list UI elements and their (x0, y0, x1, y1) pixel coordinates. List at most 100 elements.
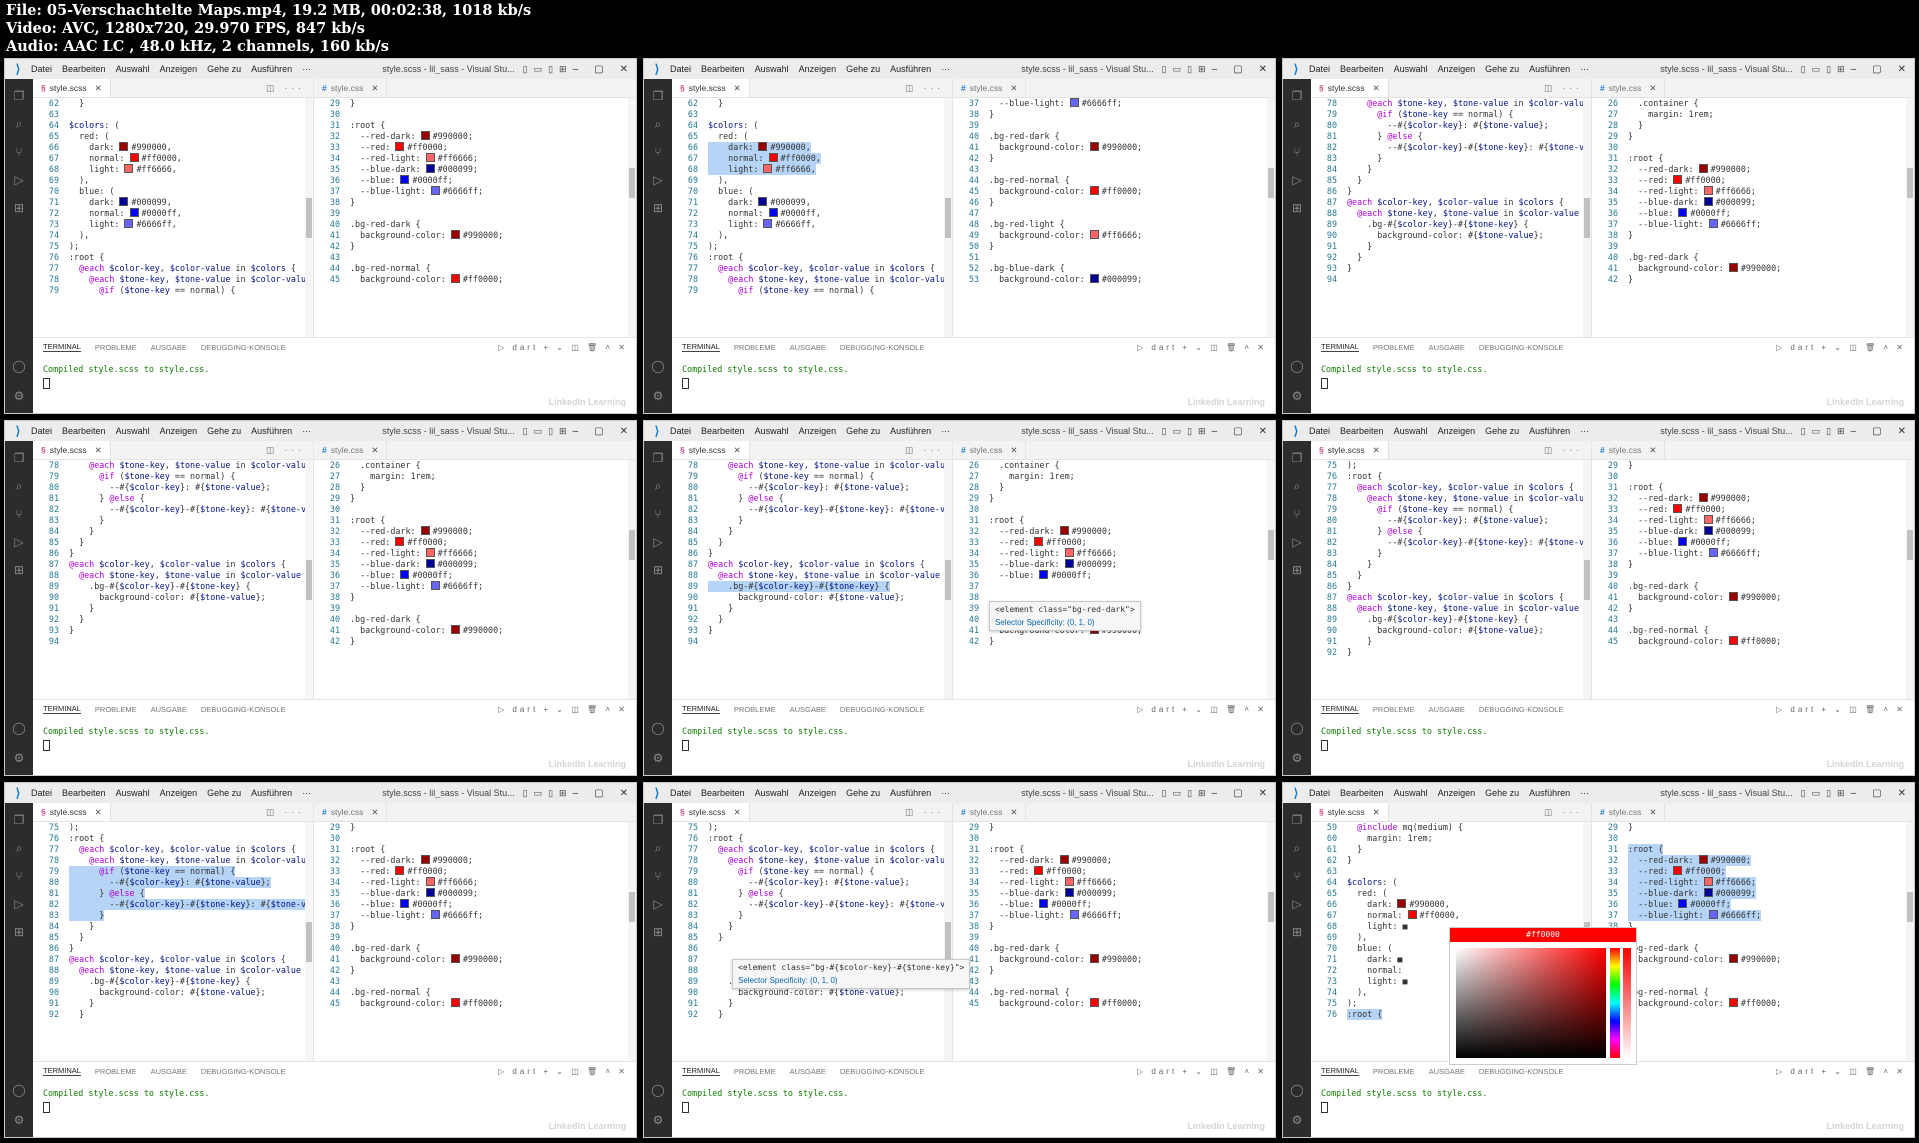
code-line[interactable]: 30 (314, 504, 628, 515)
code-line[interactable]: 88 @each $tone-key, $tone-value in $colo… (33, 570, 311, 581)
tab-style-scss[interactable]: § style.scss ✕ (1311, 441, 1389, 459)
panel-actions[interactable]: ▷ dart + ⌄ ◫ 🗑 ˄ ✕ (1137, 705, 1267, 714)
code-line[interactable]: 42} (314, 241, 628, 252)
menu-datei[interactable]: Datei (670, 64, 691, 74)
code-line[interactable]: 81 } @else { (672, 493, 944, 504)
tab-style-css[interactable]: # style.css ✕ (314, 803, 388, 821)
layout-icons[interactable]: ▯ ▭ ▯ ⊞ (1162, 788, 1206, 799)
code-line[interactable]: 39 (314, 603, 628, 614)
code-line[interactable]: 34 --red-light: #ff6666; (1592, 515, 1906, 526)
tab-style-scss[interactable]: § style.scss ✕ (1311, 803, 1389, 821)
code-line[interactable]: 35 --blue-dark: #000099; (953, 888, 1267, 899)
scrollbar-thumb[interactable] (1268, 892, 1274, 922)
opacity-slider[interactable] (1623, 948, 1631, 1058)
code-line[interactable]: 49 background-color: #ff6666; (953, 230, 1267, 241)
layout-icons[interactable]: ▯ ▭ ▯ ⊞ (523, 788, 567, 799)
code-line[interactable]: 84 } (1311, 164, 1583, 175)
menu-ausfuehren[interactable]: Ausführen (251, 426, 292, 436)
close-tab-icon[interactable]: ✕ (95, 807, 102, 818)
code-line[interactable]: 45 background-color: #ff0000; (1592, 636, 1906, 647)
menu-datei[interactable]: Datei (670, 788, 691, 798)
menu-ausfuehren[interactable]: Ausführen (1529, 64, 1570, 74)
code-line[interactable]: 37 --blue-light: #6666ff; (1592, 219, 1906, 230)
code-line[interactable]: 71 dark: #000099, (672, 197, 944, 208)
window-controls[interactable]: – ▢ ✕ (1212, 788, 1267, 799)
terminal-output[interactable]: Compiled style.scss to style.css. (672, 356, 1275, 391)
tab-terminal[interactable]: TERMINAL (43, 1066, 81, 1076)
menu-more[interactable]: ··· (941, 426, 950, 436)
tab-style-css[interactable]: # style.css ✕ (1592, 79, 1666, 97)
tab-ausgabe[interactable]: AUSGABE (790, 343, 826, 352)
code-line[interactable]: 45 background-color: #ff0000; (953, 998, 1267, 1009)
code-line[interactable]: 41 background-color: #990000; (314, 230, 628, 241)
extensions-icon[interactable]: ⊞ (1290, 563, 1304, 577)
tab-style-css[interactable]: # style.css ✕ (953, 441, 1027, 459)
source-control-icon[interactable]: ⑂ (12, 145, 26, 159)
code-line[interactable]: 41 background-color: #990000; (1592, 263, 1906, 274)
code-line[interactable]: 45 background-color: #ff0000; (314, 998, 628, 1009)
menu-more[interactable]: ··· (941, 788, 950, 798)
source-control-icon[interactable]: ⑂ (651, 869, 665, 883)
code-line[interactable]: 79 @if ($tone-key == normal) { (672, 471, 944, 482)
extensions-icon[interactable]: ⊞ (651, 201, 665, 215)
code-line[interactable]: 40 .bg-red-dark { (953, 943, 1267, 954)
code-line[interactable]: 40 .bg-red-dark { (314, 614, 628, 625)
explorer-icon[interactable]: ❐ (651, 813, 665, 827)
code-lines[interactable]: 29} 30 31:root {32 --red-dark: #990000; 33 … (1592, 460, 1906, 699)
code-line[interactable]: 26 .container { (314, 460, 628, 471)
tab-style-css[interactable]: # style.css ✕ (953, 803, 1027, 821)
code-line[interactable]: 39 (1592, 570, 1906, 581)
code-line[interactable]: 92 } (33, 614, 305, 625)
scrollbar-thumb[interactable] (945, 922, 951, 962)
code-line[interactable]: 29} (314, 493, 628, 504)
gear-icon[interactable]: ⚙ (12, 389, 26, 403)
source-control-icon[interactable]: ⑂ (12, 869, 26, 883)
gear-icon[interactable]: ⚙ (12, 751, 26, 765)
menu-datei[interactable]: Datei (31, 64, 52, 74)
scrollbar-thumb[interactable] (1584, 560, 1590, 600)
code-line[interactable]: 39 (314, 208, 628, 219)
panel-actions[interactable]: ▷ dart + ⌄ ◫ 🗑 ˄ ✕ (1137, 343, 1267, 352)
code-line[interactable]: 37 --blue-light: #6666ff; (953, 98, 1267, 109)
scrollbar-thumb[interactable] (629, 530, 635, 560)
code-line[interactable]: 78 @each $tone-key, $tone-value in $colo… (33, 460, 311, 471)
menu-ausfuehren[interactable]: Ausführen (890, 64, 931, 74)
code-line[interactable]: 86} (1311, 581, 1583, 592)
code-line[interactable]: 27 margin: 1rem; (953, 471, 1267, 482)
code-line[interactable]: 77 @each $color-key, $color-value in $co… (33, 844, 305, 855)
tab-style-css[interactable]: # style.css ✕ (1592, 441, 1666, 459)
code-line[interactable]: 30 (1592, 142, 1906, 153)
scrollbar-thumb[interactable] (629, 168, 635, 198)
code-line[interactable]: 74 ), (672, 230, 944, 241)
menu-datei[interactable]: Datei (1309, 426, 1330, 436)
code-lines[interactable]: 26 .container {27 margin: 1rem; 28 } 29} 30… (1592, 98, 1906, 337)
menu-auswahl[interactable]: Auswahl (755, 426, 789, 436)
code-line[interactable]: 79 @if ($tone-key == normal) { (1311, 109, 1583, 120)
menu-bearbeiten[interactable]: Bearbeiten (701, 426, 745, 436)
code-line[interactable]: 68 light: #ff6666, (33, 164, 305, 175)
search-icon[interactable]: ⌕ (651, 117, 665, 131)
menu-auswahl[interactable]: Auswahl (1394, 64, 1428, 74)
tab-style-css[interactable]: # style.css ✕ (953, 79, 1027, 97)
code-line[interactable]: 35 --blue-dark: #000099; (314, 888, 628, 899)
code-line[interactable]: 76:root { (1311, 471, 1583, 482)
code-line[interactable]: 29} (953, 493, 1267, 504)
gear-icon[interactable]: ⚙ (1290, 751, 1304, 765)
scrollbar[interactable] (628, 460, 636, 699)
code-line[interactable]: 29} (1592, 131, 1906, 142)
gear-icon[interactable]: ⚙ (651, 1113, 665, 1127)
code-line[interactable]: 28 } (314, 482, 628, 493)
code-line[interactable]: 30 (1592, 833, 1906, 844)
code-line[interactable]: 29} (953, 822, 1267, 833)
tab-probleme[interactable]: PROBLEME (95, 705, 137, 714)
tab-style-scss[interactable]: § style.scss ✕ (672, 441, 750, 459)
extensions-icon[interactable]: ⊞ (12, 201, 26, 215)
code-line[interactable]: 80 --#{$color-key}: #{$tone-value}; (1311, 120, 1583, 131)
code-line[interactable]: 33 --red: #ff0000; (1592, 175, 1906, 186)
code-line[interactable]: 91 } (33, 603, 305, 614)
code-line[interactable]: 32 --red-dark: #990000; (314, 526, 628, 537)
run-debug-icon[interactable]: ▷ (1290, 535, 1304, 549)
gear-icon[interactable]: ⚙ (651, 751, 665, 765)
scrollbar[interactable] (628, 98, 636, 337)
terminal-output[interactable]: Compiled style.scss to style.css. (33, 1080, 636, 1115)
